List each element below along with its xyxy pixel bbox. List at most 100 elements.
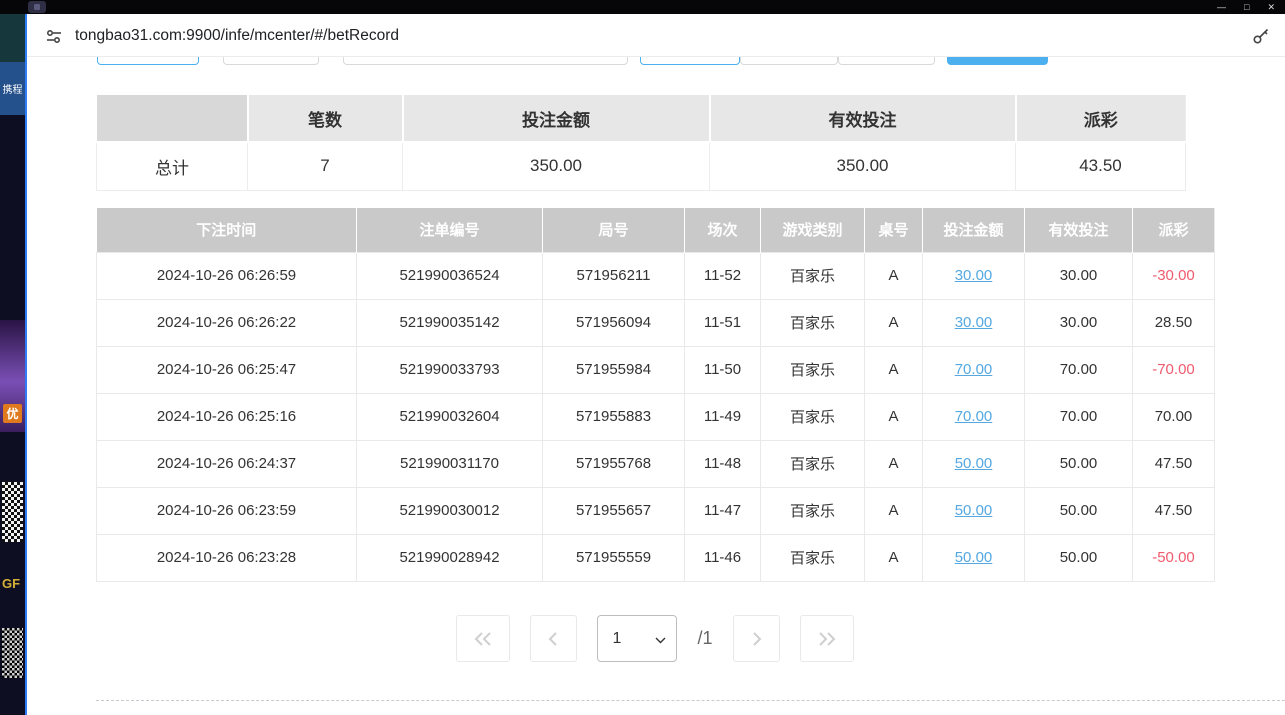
cell-valid-bet: 30.00 [1025,252,1133,299]
cell-bet-time: 2024-10-26 06:26:22 [97,299,357,346]
strip-you-badge: 优 [3,404,22,423]
bet-table-header-row: 下注时间 注单编号 局号 场次 游戏类别 桌号 投注金额 有效投注 派彩 [97,208,1215,252]
header-session: 场次 [685,208,761,252]
cell-game-type: 百家乐 [761,440,865,487]
summary-header-payout: 派彩 [1016,95,1186,142]
bottom-divider [96,700,1285,701]
strip-gf-label: GF [2,576,20,591]
qr-code-icon-2 [2,628,23,678]
cell-round-id: 571955559 [543,534,685,581]
bet-row: 2024-10-26 06:26:22521990035142571956094… [97,299,1215,346]
summary-total-valid-bet: 350.00 [710,142,1016,190]
summary-header-valid-bet: 有效投注 [710,95,1016,142]
summary-header-row: 笔数 投注金额 有效投注 派彩 [97,95,1186,142]
total-pages-label: /1 [697,628,712,649]
cell-session: 11-50 [685,346,761,393]
cell-round-id: 571956094 [543,299,685,346]
summary-total-row: 总计 7 350.00 350.00 43.50 [97,142,1186,190]
header-round-id: 局号 [543,208,685,252]
date-range-button-2[interactable] [740,57,838,65]
header-bet-time: 下注时间 [97,208,357,252]
cell-game-type: 百家乐 [761,252,865,299]
minimize-button[interactable]: — [1217,2,1226,12]
cell-bet-amount: 30.00 [923,299,1025,346]
summary-corner-cell [97,95,248,142]
prev-page-button[interactable] [530,615,577,662]
page: 携程 优 GF — □ ✕ tongbao31.com:9900/infe/mc… [0,0,1285,715]
bet-amount-link[interactable]: 70.00 [955,408,993,425]
cell-session: 11-48 [685,440,761,487]
cell-table-no: A [865,346,923,393]
last-page-button[interactable] [800,615,854,662]
cell-bet-time: 2024-10-26 06:26:59 [97,252,357,299]
filter-tab-partial-2[interactable] [223,57,319,65]
cell-valid-bet: 70.00 [1025,346,1133,393]
cell-payout: -30.00 [1133,252,1215,299]
cell-round-id: 571955883 [543,393,685,440]
bet-row: 2024-10-26 06:25:16521990032604571955883… [97,393,1215,440]
cell-game-type: 百家乐 [761,299,865,346]
header-bet-amount: 投注金额 [923,208,1025,252]
site-settings-icon[interactable] [43,25,65,47]
cell-bet-time: 2024-10-26 06:25:47 [97,346,357,393]
next-page-button[interactable] [733,615,780,662]
address-bar: tongbao31.com:9900/infe/mcenter/#/betRec… [27,14,1285,57]
cell-round-id: 571955657 [543,487,685,534]
bet-amount-link[interactable]: 50.00 [955,455,993,472]
search-input-partial[interactable] [343,57,628,65]
bet-row: 2024-10-26 06:25:47521990033793571955984… [97,346,1215,393]
search-button-partial[interactable] [947,57,1048,65]
cell-bet-time: 2024-10-26 06:25:16 [97,393,357,440]
maximize-button[interactable]: □ [1244,2,1249,12]
cell-bet-amount: 30.00 [923,252,1025,299]
tab-favicon-icon[interactable] [28,1,46,13]
summary-total-bet-amount: 350.00 [403,142,710,190]
filter-tab-partial-1[interactable] [97,57,199,65]
cell-game-type: 百家乐 [761,393,865,440]
bet-amount-link[interactable]: 30.00 [955,267,993,284]
cell-valid-bet: 50.00 [1025,534,1133,581]
header-table-no: 桌号 [865,208,923,252]
bet-amount-link[interactable]: 30.00 [955,314,993,331]
bet-record-table: 下注时间 注单编号 局号 场次 游戏类别 桌号 投注金额 有效投注 派彩 202… [96,208,1215,582]
header-payout: 派彩 [1133,208,1215,252]
window-controls: — □ ✕ [1217,0,1275,14]
summary-total-payout: 43.50 [1016,142,1186,190]
qr-code-icon [2,482,23,542]
password-key-icon[interactable] [1251,26,1271,46]
page-select[interactable]: 1 [597,615,677,662]
cell-session: 11-47 [685,487,761,534]
cell-session: 11-49 [685,393,761,440]
pagination: 1 /1 [96,615,1214,662]
date-range-button-3[interactable] [838,57,935,65]
cell-session: 11-52 [685,252,761,299]
cell-table-no: A [865,393,923,440]
cell-valid-bet: 70.00 [1025,393,1133,440]
bet-amount-link[interactable]: 50.00 [955,549,993,566]
cell-bet-time: 2024-10-26 06:23:28 [97,534,357,581]
summary-header-bet-amount: 投注金额 [403,95,710,142]
header-game-type: 游戏类别 [761,208,865,252]
cell-bet-time: 2024-10-26 06:24:37 [97,440,357,487]
cell-order-id: 521990030012 [357,487,543,534]
bet-amount-link[interactable]: 70.00 [955,361,993,378]
first-page-button[interactable] [456,615,510,662]
browser-window-edge [25,14,27,715]
bet-row: 2024-10-26 06:23:59521990030012571955657… [97,487,1215,534]
chevron-down-icon [655,637,666,644]
cell-payout: 47.50 [1133,487,1215,534]
url-field[interactable]: tongbao31.com:9900/infe/mcenter/#/betRec… [75,14,399,57]
cell-payout: -70.00 [1133,346,1215,393]
cell-order-id: 521990035142 [357,299,543,346]
cell-game-type: 百家乐 [761,534,865,581]
background-window-strip: 携程 优 GF [0,0,25,715]
cell-table-no: A [865,487,923,534]
cell-session: 11-51 [685,299,761,346]
cell-payout: 70.00 [1133,393,1215,440]
date-range-button-1[interactable] [640,57,740,65]
cell-valid-bet: 50.00 [1025,440,1133,487]
close-button[interactable]: ✕ [1267,2,1275,13]
bet-amount-link[interactable]: 50.00 [955,502,993,519]
cell-valid-bet: 50.00 [1025,487,1133,534]
bet-record-page: 笔数 投注金额 有效投注 派彩 总计 7 350.00 350.00 43.50… [27,57,1285,715]
